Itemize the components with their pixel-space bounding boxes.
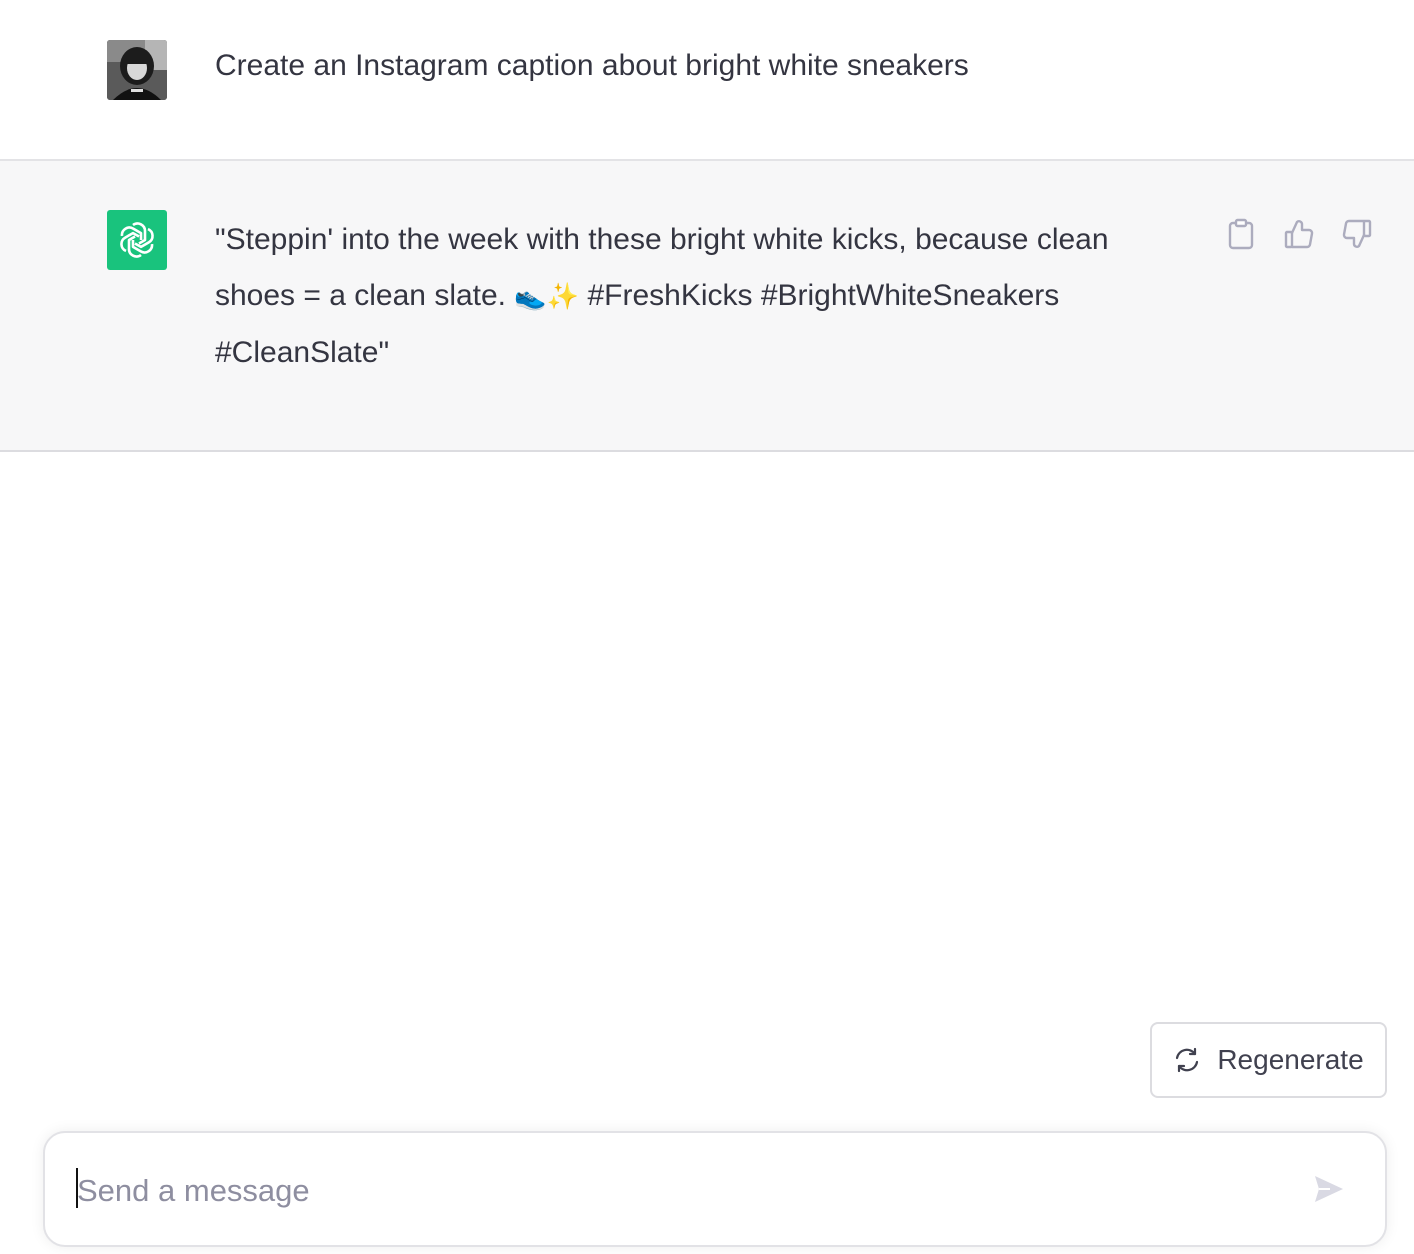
send-button[interactable] xyxy=(1306,1166,1352,1212)
message-actions xyxy=(1224,217,1374,251)
message-input[interactable] xyxy=(77,1169,1277,1217)
user-message-text: Create an Instagram caption about bright… xyxy=(215,49,969,82)
regenerate-button[interactable]: Regenerate xyxy=(1150,1022,1387,1098)
user-message-row: Create an Instagram caption about bright… xyxy=(0,0,1414,161)
sparkles-emoji: ✨ xyxy=(546,282,580,312)
regenerate-label: Regenerate xyxy=(1217,1044,1364,1075)
message-composer xyxy=(43,1131,1387,1247)
thumbs-down-button[interactable] xyxy=(1340,217,1374,251)
assistant-line-2-hashtags: #FreshKicks #BrightWhiteSneakers xyxy=(579,279,1060,312)
openai-logo-icon xyxy=(120,222,154,258)
chat-page: Create an Instagram caption about bright… xyxy=(0,0,1414,1254)
assistant-line-1: "Steppin' into the week with these brigh… xyxy=(215,223,1109,256)
thumbs-down-icon xyxy=(1342,219,1372,248)
text-caret xyxy=(76,1168,78,1208)
assistant-line-3: #CleanSlate" xyxy=(215,336,390,369)
assistant-avatar xyxy=(107,210,167,270)
assistant-line-2: shoes = a clean slate. 👟✨ #FreshKicks #B… xyxy=(215,268,1185,325)
clipboard-icon xyxy=(1228,218,1254,250)
user-photo xyxy=(107,40,167,100)
assistant-message-row: "Steppin' into the week with these brigh… xyxy=(0,161,1414,452)
assistant-message-text: "Steppin' into the week with these brigh… xyxy=(215,212,1185,381)
user-avatar xyxy=(107,40,167,100)
paper-plane-icon xyxy=(1315,1176,1343,1202)
sneaker-emoji: 👟 xyxy=(514,282,547,312)
copy-button[interactable] xyxy=(1224,217,1258,251)
assistant-line-2-text: shoes = a clean slate. xyxy=(215,279,515,312)
thumbs-up-button[interactable] xyxy=(1282,217,1316,251)
thumbs-up-icon xyxy=(1284,220,1314,249)
refresh-icon xyxy=(1176,1047,1199,1073)
